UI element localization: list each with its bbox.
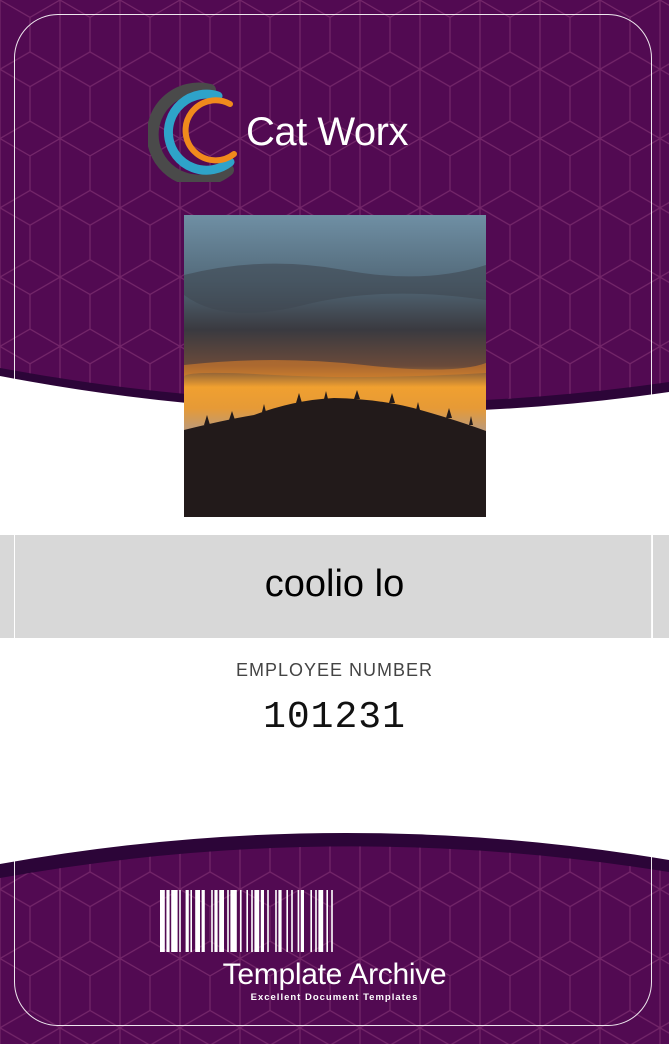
sunset-photo: [184, 215, 486, 517]
company-name: Cat Worx: [246, 110, 408, 154]
employee-number: 101231: [263, 696, 406, 739]
name-bar: coolio lo: [0, 535, 669, 638]
cat-worx-logo-icon: [148, 82, 237, 182]
employee-name: coolio lo: [264, 563, 405, 605]
footer-brand: Template Archive Excellent Document Temp…: [0, 958, 669, 1003]
brand-title: Template Archive: [222, 958, 447, 991]
employee-number-label: EMPLOYEE NUMBER: [235, 660, 434, 680]
company-logo: Cat Worx: [148, 82, 448, 182]
brand-tagline: Excellent Document Templates: [250, 992, 419, 1003]
id-badge: Cat Worx coolio lo EMPLOYEE NUMBER 10123…: [0, 0, 669, 1044]
barcode-icon: [160, 890, 333, 952]
